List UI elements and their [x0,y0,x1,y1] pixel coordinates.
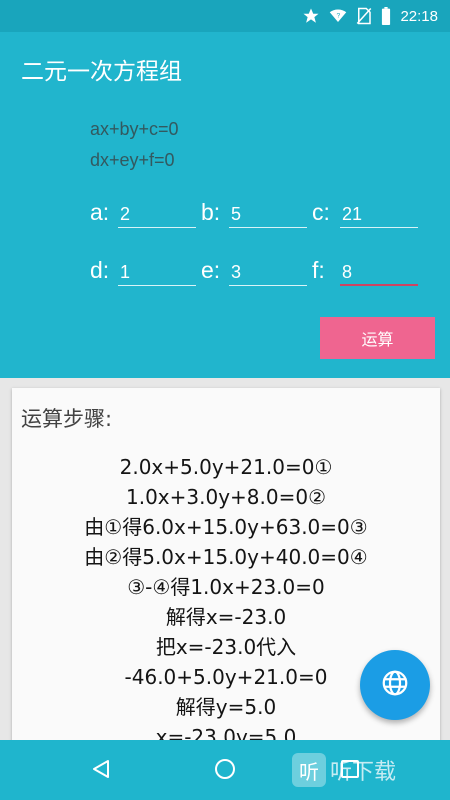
nav-back-button[interactable] [88,758,114,784]
wifi-icon: ? [328,7,348,25]
field-c: c: [312,192,422,232]
steps-title: 运算步骤: [21,407,113,431]
app-bar: 二元一次方程组 [0,32,450,102]
step-line: 解得x=-23.0 [165,605,287,629]
field-d-label: d: [90,257,110,283]
battery-icon [380,7,392,25]
fab-globe-button[interactable] [360,650,430,720]
no-sim-icon [356,7,372,25]
field-e-label: e: [201,257,221,283]
field-c-label: c: [312,199,330,225]
field-f-input[interactable] [340,260,418,286]
step-line: 2.0x+5.0y+21.0=0① [119,455,333,479]
field-e-input[interactable] [229,260,307,286]
svg-text:?: ? [337,13,341,20]
field-c-input[interactable] [340,202,418,228]
step-line: 由①得6.0x+15.0y+63.0=0③ [84,515,368,539]
field-a: a: [90,192,200,232]
field-f: f: [312,250,422,290]
input-area: ax+by+c=0 dx+ey+f=0 a: b: c: d: e: f: 运算 [0,102,450,378]
step-line: 1.0x+3.0y+8.0=0② [125,485,327,509]
field-a-label: a: [90,199,110,225]
field-b-label: b: [201,199,221,225]
equation-line-2: dx+ey+f=0 [90,150,175,170]
status-icons: ? 22:18 [302,6,438,26]
app-title: 二元一次方程组 [21,59,182,85]
equation-line-1: ax+by+c=0 [90,119,179,139]
field-b-input[interactable] [229,202,307,228]
star-icon [302,7,320,25]
calculate-button[interactable]: 运算 [320,317,435,359]
field-d: d: [90,250,200,290]
status-time: 22:18 [400,7,438,25]
back-icon [90,758,112,784]
watermark-logo: 听 [292,753,326,787]
step-line: ③-④得1.0x+23.0=0 [127,575,325,599]
field-a-input[interactable] [118,202,196,228]
field-f-label: f: [312,257,325,283]
watermark: 听 听下载 [292,750,396,790]
globe-icon [380,668,410,702]
step-line: 由②得5.0x+15.0y+40.0=0④ [84,545,368,569]
field-b: b: [201,192,311,232]
nav-home-button[interactable] [212,758,238,784]
field-d-input[interactable] [118,260,196,286]
field-e: e: [201,250,311,290]
status-bar: ? 22:18 [0,0,450,32]
nav-bar: 听 听下载 [0,740,450,800]
home-icon [213,757,237,785]
watermark-text: 听下载 [330,760,397,785]
